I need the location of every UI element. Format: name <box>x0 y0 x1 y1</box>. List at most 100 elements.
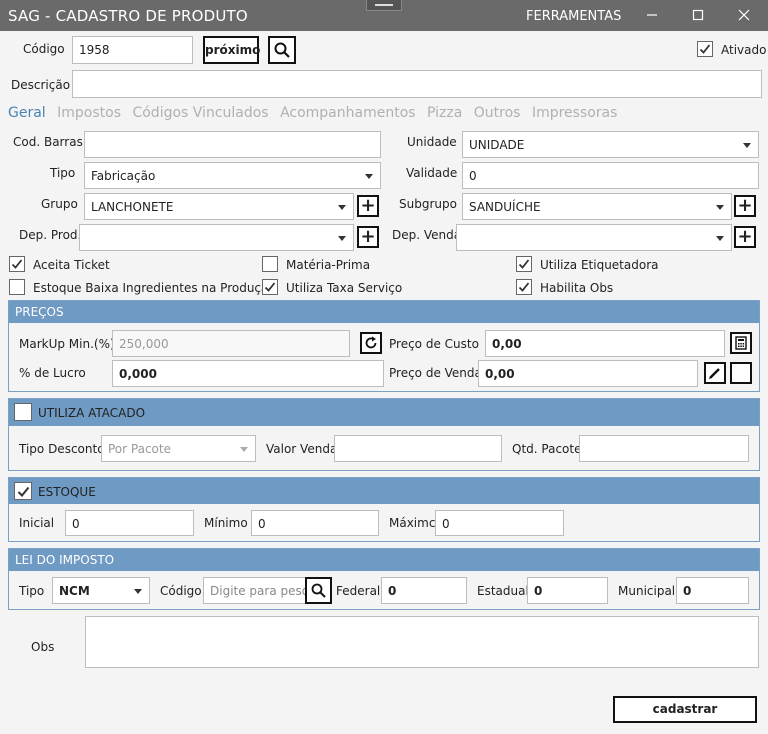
minimo-input[interactable]: 0 <box>251 510 379 536</box>
inicial-input[interactable]: 0 <box>65 510 194 536</box>
tipo-desconto-select[interactable]: Por Pacote <box>101 435 256 462</box>
calculator-icon <box>735 336 747 350</box>
add-dep-prod-button[interactable]: + <box>357 226 379 248</box>
add-subgrupo-button[interactable]: + <box>734 195 756 217</box>
grupo-label: Grupo <box>41 197 78 211</box>
minimize-icon[interactable] <box>637 4 667 28</box>
maximize-icon[interactable] <box>683 4 713 28</box>
ativado-label: Ativado <box>721 43 767 57</box>
cod-barras-input[interactable] <box>84 131 381 158</box>
tab-codigos-vinculados[interactable]: Códigos Vinculados <box>132 105 268 121</box>
chevron-down-icon <box>134 589 142 594</box>
markup-label: MarkUp Min.(%) <box>19 337 115 351</box>
calculator-button[interactable] <box>730 332 752 354</box>
search-icon <box>311 583 326 598</box>
taxa-servico-label: Utiliza Taxa Serviço <box>286 281 403 295</box>
tab-bar: Geral Impostos Códigos Vinculados Acompa… <box>8 105 624 121</box>
utiliza-etiquetadora-label: Utiliza Etiquetadora <box>540 258 659 272</box>
maximo-input[interactable]: 0 <box>435 510 564 536</box>
imposto-header: LEI DO IMPOSTO <box>9 549 759 571</box>
tab-impostos[interactable]: Impostos <box>57 105 121 121</box>
tipo-desconto-label: Tipo Desconto <box>19 442 105 456</box>
tab-pizza[interactable]: Pizza <box>427 105 462 121</box>
municipal-input[interactable]: 0 <box>676 577 749 604</box>
inicial-label: Inicial <box>19 516 55 530</box>
check-icon <box>699 44 711 54</box>
lucro-label: % de Lucro <box>19 366 86 380</box>
aceita-ticket-checkbox[interactable] <box>9 256 25 272</box>
check-icon <box>11 259 23 269</box>
atacado-checkbox[interactable] <box>14 403 32 421</box>
unidade-select[interactable]: UNIDADE <box>462 131 759 158</box>
search-button[interactable] <box>268 36 296 64</box>
markup-input[interactable]: 250,000 <box>112 330 350 357</box>
lucro-input[interactable]: 0,000 <box>112 360 384 387</box>
federal-input[interactable]: 0 <box>381 577 467 604</box>
plus-icon: + <box>737 195 753 216</box>
subgrupo-value: SANDUÍCHE <box>469 200 541 214</box>
close-icon[interactable] <box>729 4 759 28</box>
dep-prod-select[interactable] <box>79 224 354 251</box>
estoque-checkbox[interactable] <box>14 482 32 500</box>
pencil-icon <box>709 368 720 379</box>
tools-menu[interactable]: FERRAMENTAS <box>526 9 621 24</box>
dep-venda-select[interactable] <box>456 224 732 251</box>
materia-prima-checkbox[interactable] <box>262 256 278 272</box>
chevron-down-icon <box>240 447 248 452</box>
imposto-tipo-select[interactable]: NCM <box>52 577 150 604</box>
edit-price-button[interactable] <box>704 362 726 384</box>
venda-input[interactable]: 0,00 <box>478 360 698 387</box>
taxa-servico-checkbox[interactable] <box>262 279 278 295</box>
tab-impressoras[interactable]: Impressoras <box>532 105 618 121</box>
unidade-label: Unidade <box>407 135 457 149</box>
estoque-baixa-label: Estoque Baixa Ingredientes na Produção <box>33 281 276 295</box>
search-icon <box>274 42 290 58</box>
window-title: SAG - CADASTRO DE PRODUTO <box>8 7 248 25</box>
imposto-codigo-input[interactable]: Digite para pesq <box>203 577 307 604</box>
refresh-icon <box>365 336 377 349</box>
estadual-input[interactable]: 0 <box>527 577 608 604</box>
codigo-input[interactable]: 1958 <box>72 36 193 64</box>
imposto-search-button[interactable] <box>305 577 332 604</box>
estoque-title: ESTOQUE <box>38 485 96 499</box>
check-icon <box>17 486 29 497</box>
ativado-checkbox[interactable] <box>697 41 713 57</box>
add-grupo-button[interactable]: + <box>357 195 379 217</box>
tipo-desconto-value: Por Pacote <box>108 442 171 456</box>
subgrupo-select[interactable]: SANDUÍCHE <box>462 193 732 220</box>
chevron-down-icon <box>338 236 346 241</box>
chevron-down-icon <box>716 236 724 241</box>
qtd-pacote-input[interactable] <box>579 435 749 462</box>
municipal-label: Municipal <box>618 584 676 598</box>
custo-input[interactable]: 0,00 <box>485 330 725 357</box>
check-icon <box>518 259 530 269</box>
add-dep-venda-button[interactable]: + <box>734 226 756 248</box>
tipo-label: Tipo <box>50 166 76 180</box>
validade-input[interactable]: 0 <box>462 162 759 189</box>
valor-venda-input[interactable] <box>334 435 502 462</box>
grupo-select[interactable]: LANCHONETE <box>84 193 354 220</box>
tab-outros[interactable]: Outros <box>474 105 521 121</box>
habilita-obs-checkbox[interactable] <box>516 279 532 295</box>
obs-textarea[interactable] <box>85 616 759 668</box>
chevron-down-icon <box>716 205 724 210</box>
check-icon <box>518 282 530 292</box>
plus-icon: + <box>360 226 376 247</box>
obs-label: Obs <box>31 640 55 654</box>
drag-handle[interactable] <box>366 0 402 11</box>
proximo-button[interactable]: próximo <box>203 36 260 64</box>
dep-venda-label: Dep. Venda <box>392 228 462 242</box>
cadastrar-button[interactable]: cadastrar <box>613 696 757 723</box>
imposto-tipo-label: Tipo <box>19 584 45 598</box>
utiliza-etiquetadora-checkbox[interactable] <box>516 256 532 272</box>
descricao-input[interactable] <box>72 70 762 98</box>
minimo-label: Mínimo <box>204 516 248 530</box>
estoque-baixa-checkbox[interactable] <box>9 279 25 295</box>
refresh-button[interactable] <box>360 332 382 354</box>
blank-button[interactable] <box>730 362 752 384</box>
tab-geral[interactable]: Geral <box>8 105 46 121</box>
chevron-down-icon <box>365 174 373 179</box>
tab-acompanhamentos[interactable]: Acompanhamentos <box>280 105 416 121</box>
valor-venda-label: Valor Venda <box>266 442 338 456</box>
tipo-select[interactable]: Fabricação <box>84 162 381 189</box>
